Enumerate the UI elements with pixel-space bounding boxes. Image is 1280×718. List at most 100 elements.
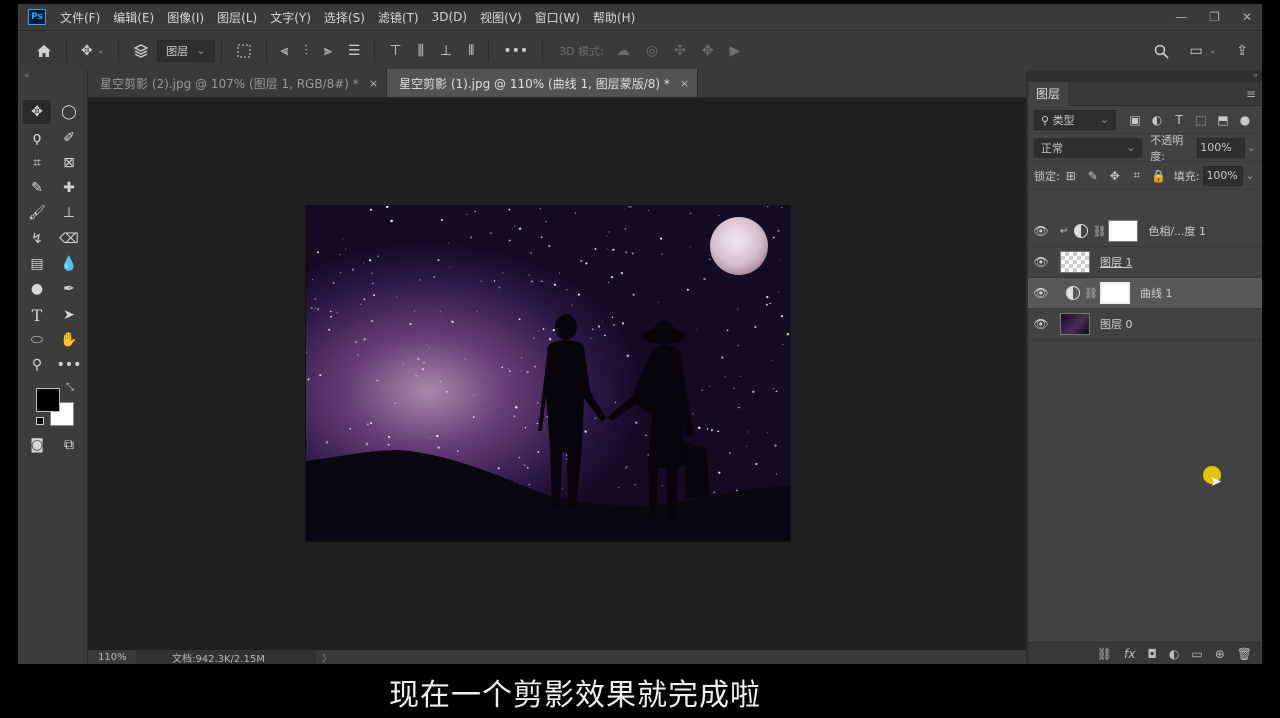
history-brush-tool-icon[interactable]: ↯ [23, 227, 51, 251]
search-icon[interactable] [1154, 44, 1170, 59]
menu-help[interactable]: 帮助(H) [593, 9, 635, 26]
roll-3d-icon[interactable]: ◎ [646, 43, 658, 59]
layer-name[interactable]: 图层 0 [1100, 316, 1133, 332]
link-layers-icon[interactable]: ⛓ [1097, 647, 1112, 661]
layer-thumbnail[interactable] [1060, 251, 1090, 273]
stamp-tool-icon[interactable]: ⊥ [55, 201, 83, 225]
canvas-area[interactable] [88, 98, 1026, 650]
menu-filter[interactable]: 滤镜(T) [378, 9, 419, 26]
camera-3d-icon[interactable]: ▶ [730, 43, 741, 59]
filter-toggle-icon[interactable]: ● [1234, 113, 1256, 127]
default-colors-icon[interactable] [36, 417, 44, 425]
menu-layer[interactable]: 图层(L) [217, 9, 257, 26]
slide-3d-icon[interactable]: ✥ [702, 43, 714, 59]
frame-tool-icon[interactable]: ⊠ [55, 151, 83, 175]
foreground-color-swatch[interactable] [36, 388, 60, 412]
visibility-eye-icon[interactable]: 👁 [1028, 286, 1054, 300]
visibility-eye-icon[interactable]: 👁 [1028, 255, 1054, 269]
collapse-right-icon[interactable]: » [1252, 71, 1258, 81]
restore-icon[interactable]: ❐ [1209, 10, 1220, 24]
quick-mask-icon[interactable]: ◙ [23, 433, 51, 457]
menu-window[interactable]: 窗口(W) [535, 9, 580, 26]
visibility-eye-icon[interactable]: 👁 [1028, 224, 1054, 238]
orbit-3d-icon[interactable]: ☁ [616, 43, 630, 59]
new-layer-icon[interactable]: ⊕ [1215, 647, 1225, 661]
status-menu-arrow[interactable]: 〉 [322, 650, 332, 665]
transform-controls-icon[interactable] [236, 43, 252, 59]
lock-position-icon[interactable]: ✥ [1104, 169, 1126, 183]
new-adjustment-icon[interactable]: ◐ [1169, 647, 1179, 661]
align-middle-icon[interactable]: ⫼ [418, 43, 424, 59]
hand-tool-icon[interactable]: ✋ [55, 328, 83, 352]
eraser-tool-icon[interactable]: ⌫ [55, 227, 83, 251]
quick-select-tool-icon[interactable]: ✐ [55, 126, 83, 150]
filter-smart-object-icon[interactable]: ⬒ [1212, 113, 1234, 127]
close-icon[interactable]: ✕ [1242, 10, 1252, 24]
swap-colors-icon[interactable]: ⤡ [66, 382, 74, 393]
filter-shape-icon[interactable]: ⬚ [1190, 113, 1212, 127]
more-icon[interactable]: ••• [503, 43, 528, 59]
share-icon[interactable]: ⇪ [1236, 43, 1248, 59]
crop-tool-icon[interactable]: ⌗ [23, 151, 51, 175]
lock-artboard-icon[interactable]: ⌗ [1126, 168, 1148, 183]
menu-3d[interactable]: 3D(D) [432, 10, 467, 24]
home-icon[interactable] [36, 44, 52, 58]
move-tool-icon[interactable]: ✥ [23, 100, 51, 124]
fill-dropdown-icon[interactable]: ⌄ [1245, 169, 1254, 182]
filter-pixel-icon[interactable]: ▣ [1124, 113, 1146, 127]
link-chain-icon[interactable]: ⛓ [1092, 225, 1106, 238]
healing-tool-icon[interactable]: ✚ [55, 176, 83, 200]
align-center-icon[interactable]: ⫶ [304, 43, 308, 59]
lasso-tool-icon[interactable]: ϙ [23, 126, 51, 150]
menu-edit[interactable]: 编辑(E) [113, 9, 154, 26]
blur-tool-icon[interactable]: 💧 [55, 252, 83, 276]
lock-pixels-icon[interactable]: ✎ [1082, 169, 1104, 183]
auto-select-target-dropdown[interactable]: 图层 ⌄ [157, 39, 215, 62]
add-mask-icon[interactable]: ◘ [1147, 647, 1157, 661]
fx-icon[interactable]: fx [1124, 647, 1135, 661]
filter-adjustment-icon[interactable]: ◐ [1146, 113, 1168, 127]
align-bottom-icon[interactable]: ⊥ [440, 43, 452, 59]
layer-curves[interactable]: 👁 ⛓ 曲线 1 [1028, 278, 1262, 309]
layer-name[interactable]: 图层 1 [1100, 254, 1133, 270]
zoom-tool-icon[interactable]: ⚲ [23, 353, 51, 377]
tab-document-2[interactable]: 星空剪影 (2).jpg @ 107% (图层 1, RGB/8#) * × [88, 69, 388, 97]
layer-thumbnail[interactable] [1060, 313, 1090, 335]
align-left-icon[interactable]: ⫷ [281, 43, 289, 59]
layer-mask-thumbnail[interactable] [1108, 220, 1139, 242]
filter-type-icon[interactable]: T [1168, 113, 1190, 127]
pen-tool-icon[interactable]: ✒ [55, 277, 83, 301]
workspace-icon[interactable]: ▭ ⌄ [1189, 43, 1216, 59]
layer-mask-thumbnail[interactable] [1099, 282, 1130, 304]
type-tool-icon[interactable]: T [23, 303, 51, 327]
menu-view[interactable]: 视图(V) [480, 9, 522, 26]
new-group-icon[interactable]: ▭ [1191, 647, 1202, 661]
visibility-eye-icon[interactable]: 👁 [1028, 317, 1054, 331]
distribute-vertical-icon[interactable]: ⦀ [468, 43, 474, 59]
more-tools-icon[interactable]: ••• [55, 353, 83, 377]
layers-panel-title[interactable]: 图层 [1028, 81, 1069, 106]
opacity-field[interactable]: 100% [1197, 137, 1245, 158]
path-select-tool-icon[interactable]: ➤ [55, 303, 83, 327]
shape-tool-icon[interactable]: ⬭ [23, 328, 51, 352]
lock-all-icon[interactable]: 🔒 [1148, 169, 1170, 183]
fill-field[interactable]: 100% [1203, 165, 1244, 186]
move-icon[interactable]: ✥ ⌄ [81, 43, 104, 59]
tab-document-1[interactable]: 星空剪影 (1).jpg @ 110% (曲线 1, 图层蒙版/8) * × [387, 69, 699, 97]
link-chain-icon[interactable]: ⛓ [1084, 287, 1098, 300]
close-tab-icon[interactable]: × [369, 77, 378, 90]
menu-type[interactable]: 文字(Y) [270, 9, 311, 26]
lock-transparent-icon[interactable]: ⊞ [1060, 169, 1082, 183]
distribute-icon[interactable]: ☰ [348, 43, 361, 59]
dodge-tool-icon[interactable]: ● [23, 277, 51, 301]
align-top-icon[interactable]: ⊤ [389, 43, 401, 59]
menu-file[interactable]: 文件(F) [60, 9, 100, 26]
menu-image[interactable]: 图像(I) [167, 9, 204, 26]
screen-mode-icon[interactable]: ⧉ [55, 433, 83, 457]
panel-menu-icon[interactable]: ≡ [1246, 87, 1256, 101]
drag-3d-icon[interactable]: ✣ [674, 43, 686, 59]
filter-type-dropdown[interactable]: ⚲ 类型 ⌄ [1034, 109, 1116, 130]
eyedropper-tool-icon[interactable]: ✎ [23, 176, 51, 200]
marquee-tool-icon[interactable]: ◯ [55, 100, 83, 124]
menu-select[interactable]: 选择(S) [324, 9, 365, 26]
